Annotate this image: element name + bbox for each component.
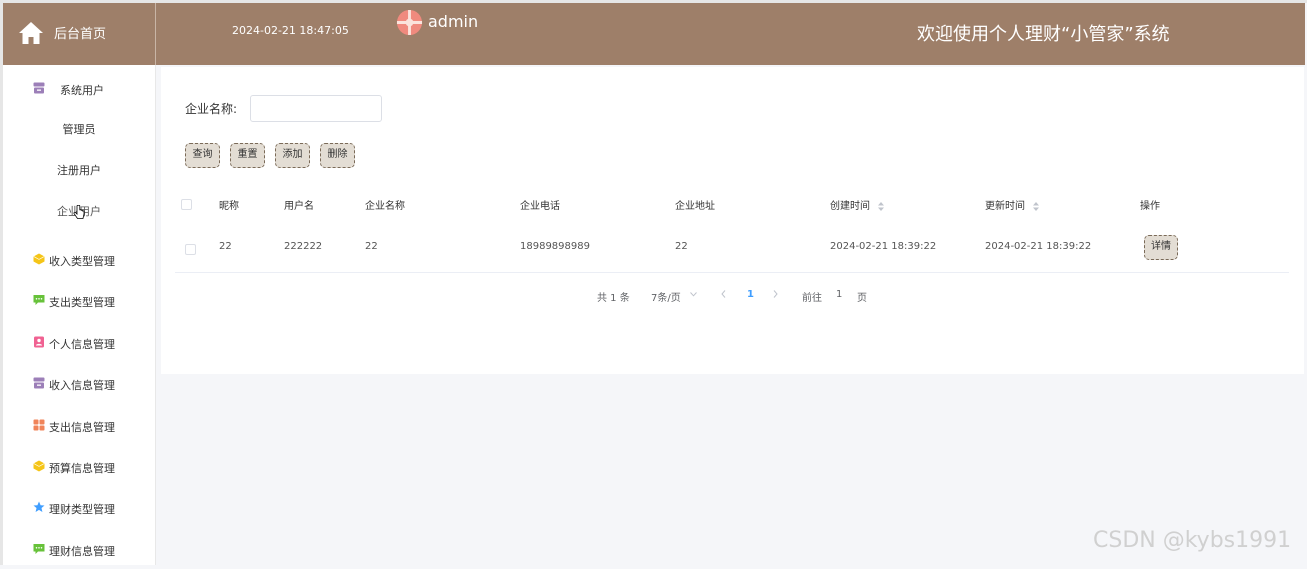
chevron-down-icon[interactable]	[690, 292, 697, 297]
reset-button[interactable]: 重置	[230, 143, 265, 168]
cell-enterprise-phone: 18989898989	[520, 241, 590, 252]
sidebar-item-finance-info[interactable]: 理财信息管理	[3, 529, 155, 569]
chat-icon	[33, 295, 45, 305]
detail-button[interactable]: 详情	[1144, 235, 1178, 260]
sidebar: 系统用户 管理员 注册用户 企业用户 收入类型管理 支出类型管理 个人信息管理 …	[3, 65, 156, 565]
chevron-right-icon[interactable]	[773, 290, 778, 298]
watermark: CSDN @kybs1991	[1093, 528, 1292, 553]
column-header-created-time[interactable]: 创建时间	[830, 197, 885, 212]
star-icon	[33, 501, 45, 512]
chat-icon	[33, 544, 45, 554]
column-header-enterprise-name: 企业名称	[365, 201, 405, 212]
pagination-goto-input[interactable]: 1	[836, 289, 842, 300]
current-datetime: 2024-02-21 18:47:05	[232, 24, 349, 37]
content-card: 企业名称: 查询 重置 添加 删除 昵称 用户名 企业名称 企业电话 企业地址 …	[161, 67, 1304, 374]
sidebar-item-label: 系统用户	[60, 84, 104, 97]
cell-created-time: 2024-02-21 18:39:22	[830, 241, 937, 252]
enterprise-name-input[interactable]	[250, 95, 382, 122]
sidebar-item-label: 收入类型管理	[49, 255, 115, 268]
welcome-title: 欢迎使用个人理财“小管家”系统	[917, 24, 1170, 45]
chevron-left-icon[interactable]	[721, 290, 726, 298]
sidebar-item-system-user[interactable]: 系统用户	[3, 68, 155, 108]
home-label: 后台首页	[54, 27, 107, 42]
column-header-username: 用户名	[284, 201, 314, 212]
cell-username: 222222	[284, 241, 323, 252]
row-checkbox[interactable]	[185, 244, 196, 255]
home-icon	[19, 22, 43, 44]
column-header-label: 创建时间	[830, 201, 870, 212]
hand-cursor-icon	[73, 205, 85, 219]
sidebar-subitem-registered-user[interactable]: 注册用户	[3, 156, 155, 186]
sidebar-item-finance-type[interactable]: 理财类型管理	[3, 487, 155, 527]
sidebar-item-income-info[interactable]: 收入信息管理	[3, 363, 155, 403]
sidebar-item-budget-info[interactable]: 预算信息管理	[3, 446, 155, 486]
sort-icon[interactable]	[878, 201, 885, 211]
home-nav[interactable]: 后台首页	[3, 3, 156, 65]
pagination-current-page[interactable]: 1	[747, 289, 754, 300]
cell-updated-time: 2024-02-21 18:39:22	[985, 241, 1092, 252]
sidebar-item-label: 支出类型管理	[49, 296, 115, 309]
pagination-total: 共 1 条	[597, 293, 630, 304]
search-label: 企业名称:	[185, 102, 238, 116]
cell-nickname: 22	[219, 241, 232, 252]
column-header-actions: 操作	[1140, 201, 1160, 212]
archive-icon	[33, 377, 45, 389]
sidebar-item-expense-info[interactable]: 支出信息管理	[3, 405, 155, 445]
query-button[interactable]: 查询	[185, 143, 220, 168]
select-all-checkbox[interactable]	[181, 199, 192, 210]
sidebar-item-label: 支出信息管理	[49, 421, 115, 434]
avatar-icon[interactable]	[396, 9, 423, 36]
sidebar-item-personal-info[interactable]: 个人信息管理	[3, 322, 155, 362]
contact-icon	[34, 336, 44, 348]
delete-button[interactable]: 删除	[320, 143, 355, 168]
add-button[interactable]: 添加	[275, 143, 310, 168]
sidebar-item-label: 理财信息管理	[49, 545, 115, 558]
cell-enterprise-name: 22	[365, 241, 378, 252]
sidebar-item-label: 个人信息管理	[49, 338, 115, 351]
column-header-enterprise-address: 企业地址	[675, 201, 715, 212]
sort-icon[interactable]	[1033, 201, 1040, 211]
column-header-label: 更新时间	[985, 201, 1025, 212]
column-header-nickname: 昵称	[219, 201, 239, 212]
sidebar-item-label: 收入信息管理	[49, 379, 115, 392]
sidebar-item-income-type[interactable]: 收入类型管理	[3, 239, 155, 279]
column-header-enterprise-phone: 企业电话	[520, 201, 560, 212]
sidebar-item-label: 预算信息管理	[49, 462, 115, 475]
username-label[interactable]: admin	[428, 12, 478, 31]
pagination-goto-label: 前往	[802, 293, 822, 304]
cube-icon	[33, 460, 45, 472]
cell-enterprise-address: 22	[675, 241, 688, 252]
cube-icon	[33, 253, 45, 265]
archive-icon	[33, 82, 45, 94]
row-divider	[175, 272, 1289, 273]
top-header: 后台首页 2024-02-21 18:47:05 admin 欢迎使用个人理财“…	[3, 3, 1305, 65]
grid-icon	[33, 419, 45, 431]
pagination-page-size[interactable]: 7条/页	[651, 289, 681, 304]
sidebar-subitem-admin[interactable]: 管理员	[3, 115, 155, 145]
column-header-updated-time[interactable]: 更新时间	[985, 197, 1040, 212]
sidebar-item-expense-type[interactable]: 支出类型管理	[3, 280, 155, 320]
pagination-page-unit: 页	[857, 293, 867, 304]
sidebar-item-label: 理财类型管理	[49, 503, 115, 516]
